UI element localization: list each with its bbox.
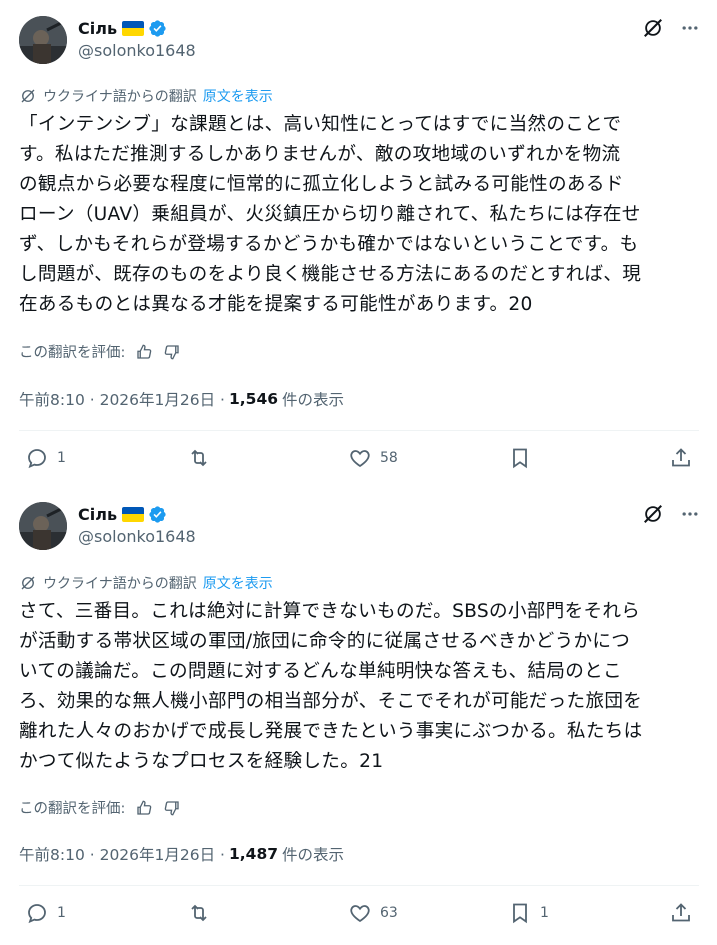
author-name[interactable]: Сіль xyxy=(78,19,117,38)
translation-notice: ウクライナ語からの翻訳 原文を表示 xyxy=(19,573,273,593)
views-label: 件の表示 xyxy=(282,391,345,409)
views-label: 件の表示 xyxy=(282,846,345,864)
reply-icon xyxy=(28,449,46,469)
view-count: 1,546 xyxy=(228,390,279,408)
heart-icon xyxy=(350,450,370,468)
bookmark-button[interactable] xyxy=(508,446,540,470)
more-icon[interactable] xyxy=(680,504,700,524)
translate-icon xyxy=(21,89,35,103)
share-icon xyxy=(672,903,690,922)
divider xyxy=(19,885,699,886)
action-bar: 1 58 xyxy=(19,446,699,476)
tweet-text: 「インテンシブ」な課題とは、高い知性にとってはすでに当然のことで す。私はただ推… xyxy=(19,114,642,315)
grok-icon[interactable] xyxy=(642,17,664,39)
author-name[interactable]: Сіль xyxy=(78,505,117,524)
bookmark-count: 1 xyxy=(540,905,549,921)
like-button[interactable]: 58 xyxy=(348,446,398,470)
thumbs-up-icon[interactable] xyxy=(135,343,153,361)
view-count: 1,487 xyxy=(228,845,279,863)
rate-label: この翻訳を評価: xyxy=(19,801,126,817)
avatar[interactable] xyxy=(19,502,67,550)
top-actions xyxy=(642,503,700,525)
reply-button[interactable]: 1 xyxy=(25,446,66,470)
tweet-meta: 午前8:10 · 2026年1月26日 · 1,546 件の表示 xyxy=(19,388,344,410)
thumbs-down-icon[interactable] xyxy=(163,343,181,361)
reply-button[interactable]: 1 xyxy=(25,901,66,925)
ukraine-flag-icon xyxy=(122,506,145,522)
show-original-link[interactable]: 原文を表示 xyxy=(203,573,273,593)
tweet-text: さて、三番目。これは絶対に計算できないものだ。SBSの小部門をそれら が活動する… xyxy=(19,601,643,772)
bookmark-button[interactable]: 1 xyxy=(508,901,549,925)
repost-icon xyxy=(191,449,207,467)
reply-icon xyxy=(28,904,46,924)
timestamp[interactable]: 午前8:10 · 2026年1月26日 · xyxy=(19,388,225,410)
rate-translation: この翻訳を評価: xyxy=(19,341,181,362)
translation-label: ウクライナ語からの翻訳 xyxy=(43,576,197,592)
share-button[interactable] xyxy=(669,446,693,470)
thumbs-up-icon[interactable] xyxy=(135,799,153,817)
bookmark-icon xyxy=(513,448,527,469)
more-icon[interactable] xyxy=(680,18,700,38)
grok-icon[interactable] xyxy=(642,503,664,525)
tweet-2: Сіль @solonko1648 ウクライナ語からの翻訳 原文を表示 さて、三… xyxy=(0,487,717,945)
translation-label: ウクライナ語からの翻訳 xyxy=(43,89,197,105)
rate-translation: この翻訳を評価: xyxy=(19,797,181,818)
author-handle[interactable]: @solonko1648 xyxy=(78,41,196,60)
reply-count: 1 xyxy=(57,450,66,466)
author-row: Сіль xyxy=(78,16,167,40)
repost-icon xyxy=(191,904,207,922)
repost-button[interactable] xyxy=(187,446,219,470)
show-original-link[interactable]: 原文を表示 xyxy=(203,86,273,106)
like-count: 63 xyxy=(380,905,398,921)
rate-label: この翻訳を評価: xyxy=(19,345,126,361)
translate-icon xyxy=(21,576,35,590)
like-count: 58 xyxy=(380,450,398,466)
author-handle[interactable]: @solonko1648 xyxy=(78,527,196,546)
verified-badge-icon[interactable] xyxy=(148,19,167,38)
heart-icon xyxy=(350,905,370,923)
repost-button[interactable] xyxy=(187,901,219,925)
verified-badge-icon[interactable] xyxy=(148,505,167,524)
bookmark-icon xyxy=(513,903,527,924)
like-button[interactable]: 63 xyxy=(348,901,398,925)
translation-notice: ウクライナ語からの翻訳 原文を表示 xyxy=(19,86,273,106)
reply-count: 1 xyxy=(57,905,66,921)
top-actions xyxy=(642,17,700,39)
tweet-1: Сіль @solonko1648 ウクライナ語からの翻訳 原文を表示 「インテ… xyxy=(0,0,717,480)
author-row: Сіль xyxy=(78,502,167,526)
action-bar: 1 63 1 xyxy=(19,901,699,931)
tweet-meta: 午前8:10 · 2026年1月26日 · 1,487 件の表示 xyxy=(19,843,344,865)
share-button[interactable] xyxy=(669,901,693,925)
timestamp[interactable]: 午前8:10 · 2026年1月26日 · xyxy=(19,843,225,865)
avatar[interactable] xyxy=(19,16,67,64)
divider xyxy=(19,430,699,431)
ukraine-flag-icon xyxy=(122,20,145,36)
thumbs-down-icon[interactable] xyxy=(163,799,181,817)
share-icon xyxy=(672,448,690,467)
